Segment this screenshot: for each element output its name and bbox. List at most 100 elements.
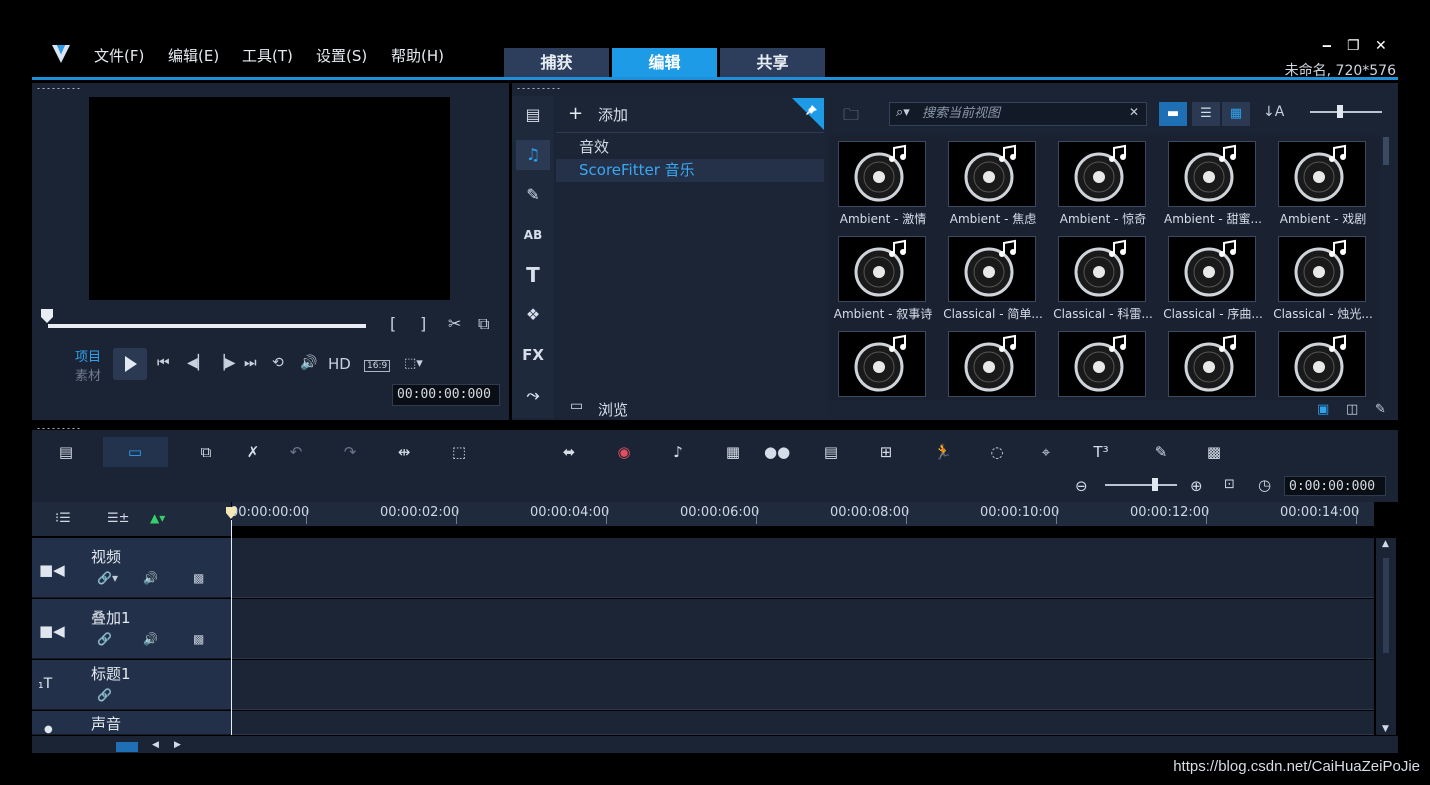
mode-project[interactable]: 项目 <box>75 346 101 365</box>
media-icon[interactable]: ▤ <box>516 100 550 130</box>
track-title[interactable] <box>232 660 1374 710</box>
close-icon[interactable]: ✕ <box>1375 38 1387 54</box>
home-icon[interactable]: ⏮ <box>157 355 170 371</box>
browse-button[interactable]: 浏览 <box>598 399 628 420</box>
redo-icon[interactable]: ↷ <box>337 441 363 463</box>
fit-project-icon[interactable]: ⊡ <box>1224 477 1235 492</box>
menu-tools[interactable]: 工具(T) <box>242 45 293 66</box>
next-frame-icon[interactable]: ▕▶ <box>214 355 236 371</box>
overlay-volume-icon[interactable]: 🔊 <box>143 632 158 646</box>
music-thumbnail[interactable] <box>828 325 938 400</box>
track-overlay[interactable] <box>232 599 1374 659</box>
volume-icon[interactable]: 🔊 <box>300 355 317 371</box>
library-scroll-thumb[interactable] <box>1383 137 1389 165</box>
audio-icon[interactable]: ♪ <box>665 441 691 463</box>
zoom-slider[interactable] <box>1105 484 1177 486</box>
music-thumbnail[interactable]: Classical - 科雷... <box>1048 230 1158 325</box>
overlay-grid-icon[interactable]: ▩ <box>193 632 204 646</box>
library-scrollbar[interactable] <box>1382 135 1390 400</box>
clear-search-icon[interactable]: ✕ <box>1129 105 1139 119</box>
motion-icon[interactable]: 🏃 <box>930 441 956 463</box>
restore-icon[interactable]: ❐ <box>1347 38 1360 54</box>
scrub-bar[interactable] <box>48 324 366 328</box>
marker-icon[interactable]: ▲▾ <box>150 511 165 525</box>
view-thumb-icon[interactable]: ▬ <box>1159 102 1187 126</box>
repeat-icon[interactable]: ⟲ <box>272 355 284 371</box>
music-thumbnail[interactable] <box>1268 325 1378 400</box>
storyboard-view-icon[interactable]: ▤ <box>53 441 79 463</box>
transition-icon[interactable]: AB <box>516 220 550 250</box>
music-thumbnail[interactable]: Ambient - 焦虑 <box>938 135 1048 230</box>
track-volume-icon[interactable]: 🔊 <box>143 571 158 585</box>
fit-icon[interactable]: ⇹ <box>391 441 417 463</box>
playhead-marker[interactable] <box>225 506 237 520</box>
link-icon[interactable]: 🔗▾ <box>97 571 118 585</box>
enlarge-preview-icon[interactable]: ⧉ <box>478 314 489 334</box>
mark-out-icon[interactable]: ] <box>420 314 426 333</box>
browse-icon[interactable]: ▭ <box>570 398 583 414</box>
music-thumbnail[interactable]: Classical - 简单... <box>938 230 1048 325</box>
zoom-in-icon[interactable]: ⊕ <box>1190 477 1203 495</box>
music-thumbnail[interactable]: Ambient - 惊奇 <box>1048 135 1158 230</box>
menu-edit[interactable]: 编辑(E) <box>168 45 219 66</box>
mark-in-icon[interactable]: [ <box>390 314 396 333</box>
music-thumbnail[interactable]: Ambient - 甜蜜... <box>1158 135 1268 230</box>
zoom-out-icon[interactable]: ⊖ <box>1075 477 1088 495</box>
copy-icon[interactable]: ⧉ <box>193 441 219 463</box>
menu-help[interactable]: 帮助(H) <box>391 45 444 66</box>
aspect-button[interactable]: 16:9 <box>364 360 391 372</box>
category-sound-effects[interactable]: 音效 <box>556 136 824 159</box>
timeline-timecode[interactable]: 0:00:00:000 <box>1284 476 1386 496</box>
music-thumbnail[interactable] <box>1048 325 1158 400</box>
record-screen-icon[interactable]: ⬚ <box>446 441 472 463</box>
prev-frame-icon[interactable]: ◀▏ <box>187 355 209 371</box>
library-grip[interactable] <box>516 87 562 90</box>
track-grid-icon[interactable]: ▩ <box>193 571 204 585</box>
blend-icon[interactable]: ●● <box>764 441 790 463</box>
undo-icon[interactable]: ↶ <box>283 441 309 463</box>
timeline-grip[interactable] <box>36 427 82 430</box>
player-timecode[interactable]: 00:00:00:000 <box>392 384 500 406</box>
timeline-scroll-thumb[interactable] <box>1383 558 1389 653</box>
music-thumbnail[interactable]: Ambient - 叙事诗 <box>828 230 938 325</box>
overlay-link-icon[interactable]: 🔗 <box>97 632 112 646</box>
chapter-icon[interactable]: ☰± <box>107 511 130 526</box>
track-audio[interactable] <box>232 711 1374 735</box>
hd-button[interactable]: HD <box>328 355 351 373</box>
mask-icon[interactable]: ◌ <box>984 441 1010 463</box>
tab-edit[interactable]: 编辑 <box>612 48 717 78</box>
crop-icon[interactable]: ⬚▾ <box>404 356 423 371</box>
fx-icon[interactable]: FX <box>516 340 550 370</box>
view-list-icon[interactable]: ☰ <box>1192 102 1220 126</box>
panel-grip[interactable] <box>36 87 82 90</box>
layout-icon-2[interactable]: ◫ <box>1346 402 1358 417</box>
add-icon[interactable]: + <box>568 103 583 124</box>
recorder-icon[interactable]: ◉ <box>611 441 637 463</box>
music-thumbnail[interactable] <box>938 325 1048 400</box>
3d-title-icon[interactable]: T³ <box>1088 441 1114 463</box>
painting-icon[interactable]: ✎ <box>1148 441 1174 463</box>
category-scorefitter[interactable]: ScoreFitter 音乐 <box>556 159 824 182</box>
tab-share[interactable]: 共享 <box>720 48 825 78</box>
menu-settings[interactable]: 设置(S) <box>316 45 367 66</box>
music-thumbnail[interactable]: Classical - 序曲... <box>1158 230 1268 325</box>
multicam-icon[interactable]: ▦ <box>720 441 746 463</box>
pin-icon[interactable] <box>792 98 824 130</box>
music-thumbnail[interactable] <box>1158 325 1268 400</box>
scrubber-handle[interactable] <box>40 308 54 324</box>
scroll-down-icon[interactable]: ▼ <box>1382 724 1389 734</box>
music-thumbnail[interactable]: Ambient - 戏剧 <box>1268 135 1378 230</box>
track-manager-icon[interactable]: ⁝☰ <box>55 511 71 526</box>
scissors-icon[interactable]: ✂ <box>448 314 461 333</box>
split-screen-icon[interactable]: ⊞ <box>873 441 899 463</box>
edit-layout-icon[interactable]: ✎ <box>1375 402 1386 417</box>
sort-icon[interactable]: ↓A <box>1263 104 1284 120</box>
scroll-left-icon[interactable]: ◀ <box>152 740 159 750</box>
fast-slow-icon[interactable]: ▩ <box>1201 441 1227 463</box>
search-input[interactable]: 搜索当前视图 <box>889 102 1147 126</box>
tab-capture[interactable]: 捕获 <box>504 48 609 78</box>
path-icon[interactable]: ⤳ <box>516 380 550 410</box>
end-icon[interactable]: ⏭ <box>244 355 257 371</box>
music-icon[interactable]: ♫ <box>516 140 550 170</box>
pan-zoom-icon[interactable]: ⬌ <box>556 441 582 463</box>
